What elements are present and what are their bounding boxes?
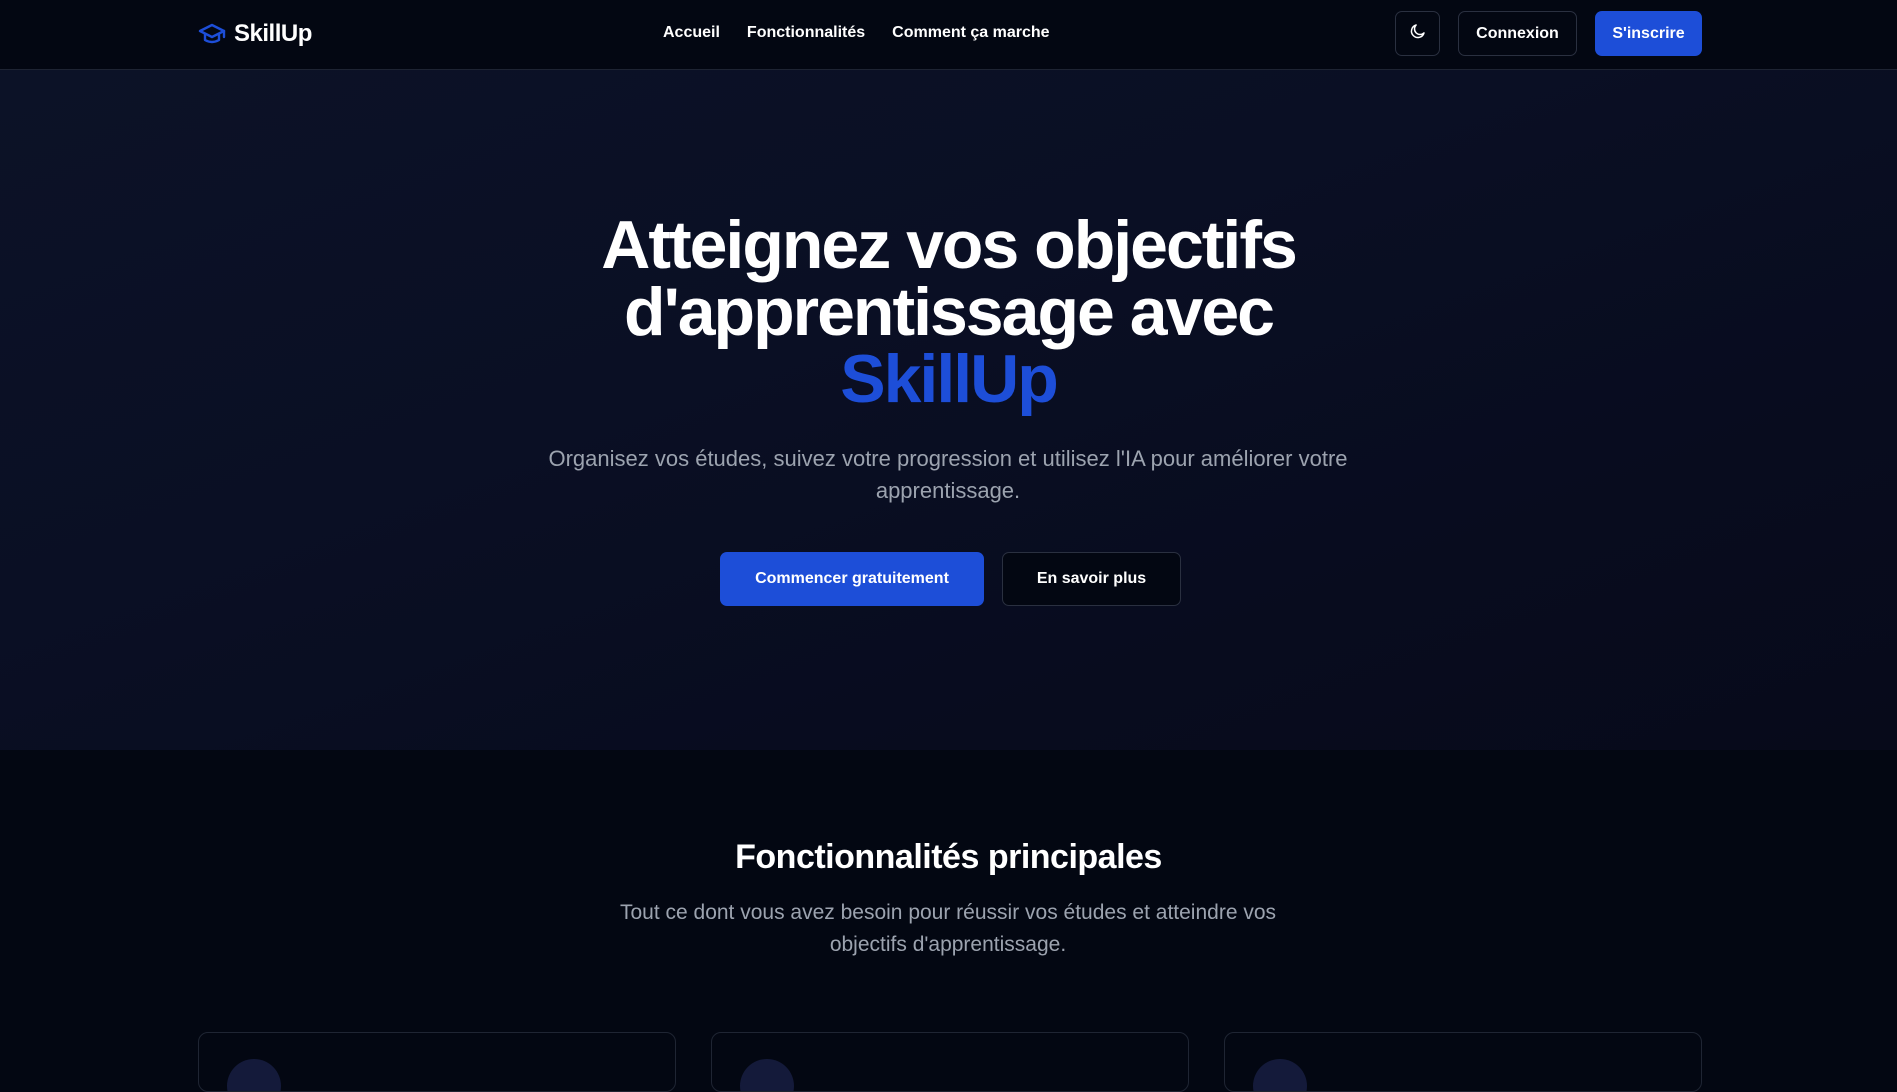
hero-title-brand: SkillUp xyxy=(840,341,1059,417)
navbar: SkillUp Accueil Fonctionnalités Comment … xyxy=(0,0,1897,70)
main-nav: Accueil Fonctionnalités Comment ça march… xyxy=(663,22,1050,44)
features-subtitle: Tout ce dont vous avez besoin pour réuss… xyxy=(619,901,1277,956)
login-button[interactable]: Connexion xyxy=(1458,11,1577,56)
hero-title-line-2: d'apprentissage avec xyxy=(624,274,1275,350)
feature-card xyxy=(711,1032,1189,1092)
theme-toggle-button[interactable] xyxy=(1395,11,1440,56)
nav-link-comment-ca-marche[interactable]: Comment ça marche xyxy=(892,24,1049,42)
features-section: Fonctionnalités principales Tout ce dont… xyxy=(0,750,1897,1092)
hero-section: Atteignez vos objectifs d'apprentissage … xyxy=(0,70,1897,750)
feature-card xyxy=(1224,1032,1702,1092)
signup-button[interactable]: S'inscrire xyxy=(1595,11,1702,56)
nav-link-fonctionnalites[interactable]: Fonctionnalités xyxy=(747,24,865,42)
graduation-cap-icon xyxy=(198,22,226,46)
feature-card xyxy=(198,1032,676,1092)
hero-actions: Commencer gratuitement En savoir plus xyxy=(720,552,1181,606)
hero-title: Atteignez vos objectifs d'apprentissage … xyxy=(0,207,1897,417)
hero-subtitle: Organisez vos études, suivez votre progr… xyxy=(548,446,1348,503)
learn-more-button[interactable]: En savoir plus xyxy=(1002,552,1181,606)
logo[interactable]: SkillUp xyxy=(198,19,312,49)
features-title: Fonctionnalités principales xyxy=(735,838,1162,876)
start-free-button[interactable]: Commencer gratuitement xyxy=(720,552,984,606)
moon-icon xyxy=(1409,22,1427,45)
hero-title-line-1: Atteignez vos objectifs xyxy=(601,207,1298,283)
nav-link-accueil[interactable]: Accueil xyxy=(663,24,720,42)
brand-name: SkillUp xyxy=(234,20,312,47)
